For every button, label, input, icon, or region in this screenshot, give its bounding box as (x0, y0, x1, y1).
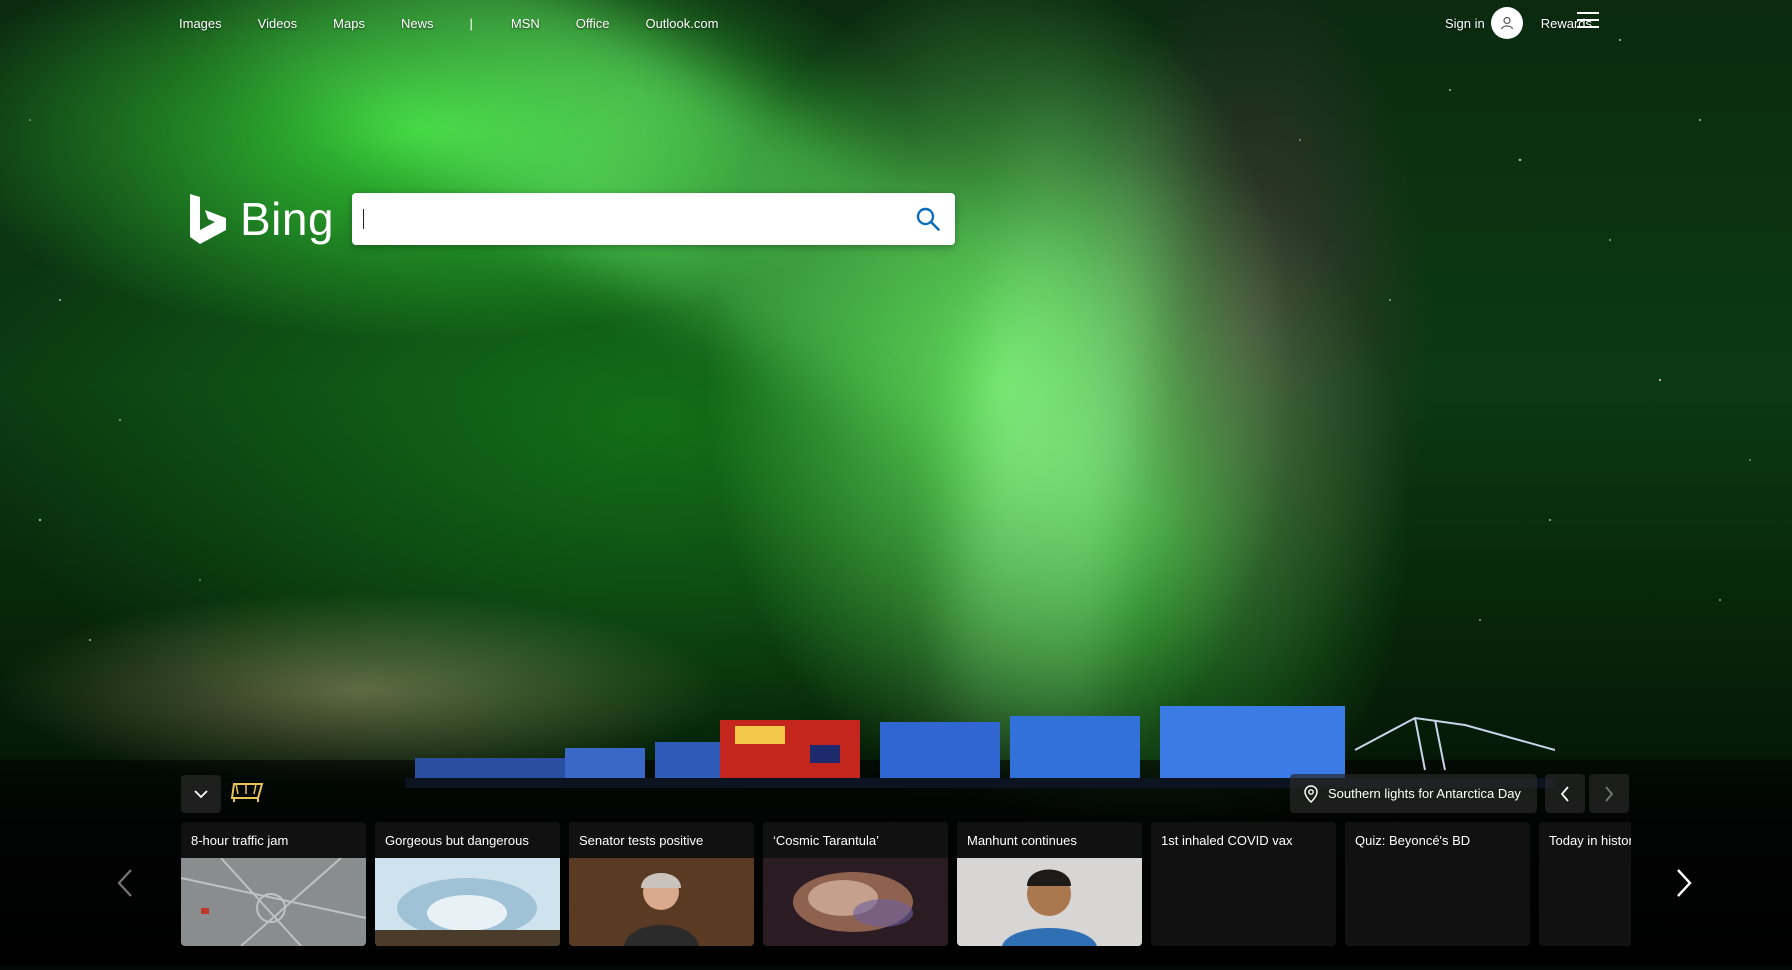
card-title: Today in histor (1549, 833, 1631, 848)
previous-image-button[interactable] (1545, 774, 1585, 813)
news-card[interactable]: 1st inhaled COVID vax (1151, 822, 1336, 946)
news-card[interactable]: Manhunt continues (957, 822, 1142, 946)
card-title: 1st inhaled COVID vax (1161, 833, 1293, 848)
next-image-button[interactable] (1589, 774, 1629, 813)
nav-msn[interactable]: MSN (511, 16, 540, 31)
account-area: Sign in Rewards (1445, 7, 1592, 39)
news-card[interactable]: Senator tests positive (569, 822, 754, 946)
news-card[interactable]: Gorgeous but dangerous (375, 822, 560, 946)
news-card[interactable]: ‘Cosmic Tarantula’ (763, 822, 948, 946)
collapse-feed-button[interactable] (181, 775, 221, 813)
search-box (352, 193, 955, 245)
card-title: 8-hour traffic jam (191, 833, 289, 848)
bench-icon[interactable] (228, 780, 268, 804)
nav-images[interactable]: Images (179, 16, 222, 31)
image-caption-text: Southern lights for Antarctica Day (1328, 786, 1521, 801)
carousel-prev-icon[interactable] (115, 868, 135, 898)
card-title: Gorgeous but dangerous (385, 833, 529, 848)
nav-news[interactable]: News (401, 16, 434, 31)
chevron-right-icon (1605, 785, 1614, 802)
bing-logo[interactable]: Bing (188, 191, 334, 247)
card-thumbnail (957, 858, 1142, 946)
news-card[interactable]: 8-hour traffic jam (181, 822, 366, 946)
nav-office[interactable]: Office (576, 16, 610, 31)
card-title: ‘Cosmic Tarantula’ (773, 833, 879, 848)
signin-link[interactable]: Sign in (1445, 16, 1485, 31)
card-title: Manhunt continues (967, 833, 1077, 848)
image-caption[interactable]: Southern lights for Antarctica Day (1290, 774, 1537, 813)
card-thumbnail (181, 858, 366, 946)
nav-videos[interactable]: Videos (258, 16, 298, 31)
card-thumbnail (375, 858, 560, 946)
nav-separator: | (469, 15, 473, 31)
news-card[interactable]: Today in histor (1539, 822, 1631, 946)
search-icon[interactable] (915, 206, 941, 232)
card-title: Senator tests positive (579, 833, 704, 848)
bing-wordmark: Bing (240, 193, 335, 245)
carousel-next-icon[interactable] (1674, 868, 1694, 898)
location-pin-icon (1304, 784, 1318, 803)
text-caret (363, 209, 364, 229)
card-thumbnail (763, 858, 948, 946)
nav-outlook[interactable]: Outlook.com (645, 16, 718, 31)
bing-b-icon (190, 194, 226, 244)
user-icon[interactable] (1490, 7, 1523, 39)
search-input[interactable] (362, 201, 886, 239)
chevron-left-icon (1560, 785, 1569, 802)
top-nav: Images Videos Maps News | MSN Office Out… (179, 13, 754, 33)
card-thumbnail (569, 858, 754, 946)
news-carousel: 8-hour traffic jam Gorgeous but dangerou… (181, 822, 1631, 946)
card-title: Quiz: Beyoncé's BD (1355, 833, 1471, 848)
news-card[interactable]: Quiz: Beyoncé's BD (1345, 822, 1530, 946)
chevron-down-icon (194, 789, 208, 798)
nav-maps[interactable]: Maps (333, 16, 365, 31)
hamburger-icon[interactable] (1577, 12, 1599, 30)
